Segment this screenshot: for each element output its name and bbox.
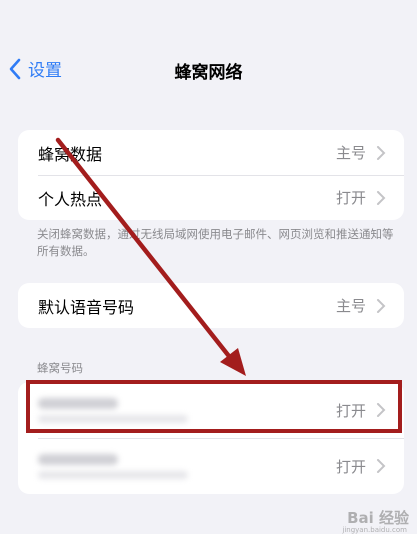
row-label: 个人热点	[38, 189, 103, 209]
footnote-text: 关闭蜂窝数据，通过无线局域网使用电子邮件、网页浏览和推送通知等所有数据。	[37, 227, 394, 258]
chevron-right-icon	[377, 145, 386, 160]
chevron-right-icon	[377, 459, 386, 473]
row-value: 打开	[335, 189, 366, 207]
blurred-number-label	[38, 453, 336, 479]
watermark-logo: Bai 经验	[347, 509, 409, 527]
page-title: 蜂窝网络	[174, 63, 243, 83]
section-header-cellular-numbers: 蜂窝号码	[37, 361, 83, 375]
row-value: 打开	[335, 457, 366, 476]
settings-group-voice: 默认语音号码 主号	[18, 283, 404, 328]
settings-group-data: 蜂窝数据 主号 个人热点 打开	[18, 130, 404, 220]
row-cellular-number-2[interactable]: 打开	[18, 438, 404, 494]
watermark-url: jingyan.baidu.com	[342, 526, 407, 534]
annotation-highlight-box	[26, 380, 402, 433]
chevron-right-icon	[377, 298, 386, 313]
row-personal-hotspot[interactable]: 个人热点 打开	[18, 175, 404, 220]
row-value: 主号	[335, 144, 366, 162]
row-cellular-data[interactable]: 蜂窝数据 主号	[18, 130, 404, 175]
row-value: 主号	[335, 297, 366, 315]
row-label: 默认语音号码	[38, 297, 135, 317]
blurred-subtitle	[38, 470, 188, 479]
chevron-right-icon	[377, 190, 386, 205]
row-label: 蜂窝数据	[38, 144, 103, 164]
nav-bar: 设置 蜂窝网络	[0, 52, 417, 92]
arrow-head	[220, 348, 246, 376]
row-default-voice-number[interactable]: 默认语音号码 主号	[18, 283, 404, 328]
blurred-title	[38, 453, 118, 465]
